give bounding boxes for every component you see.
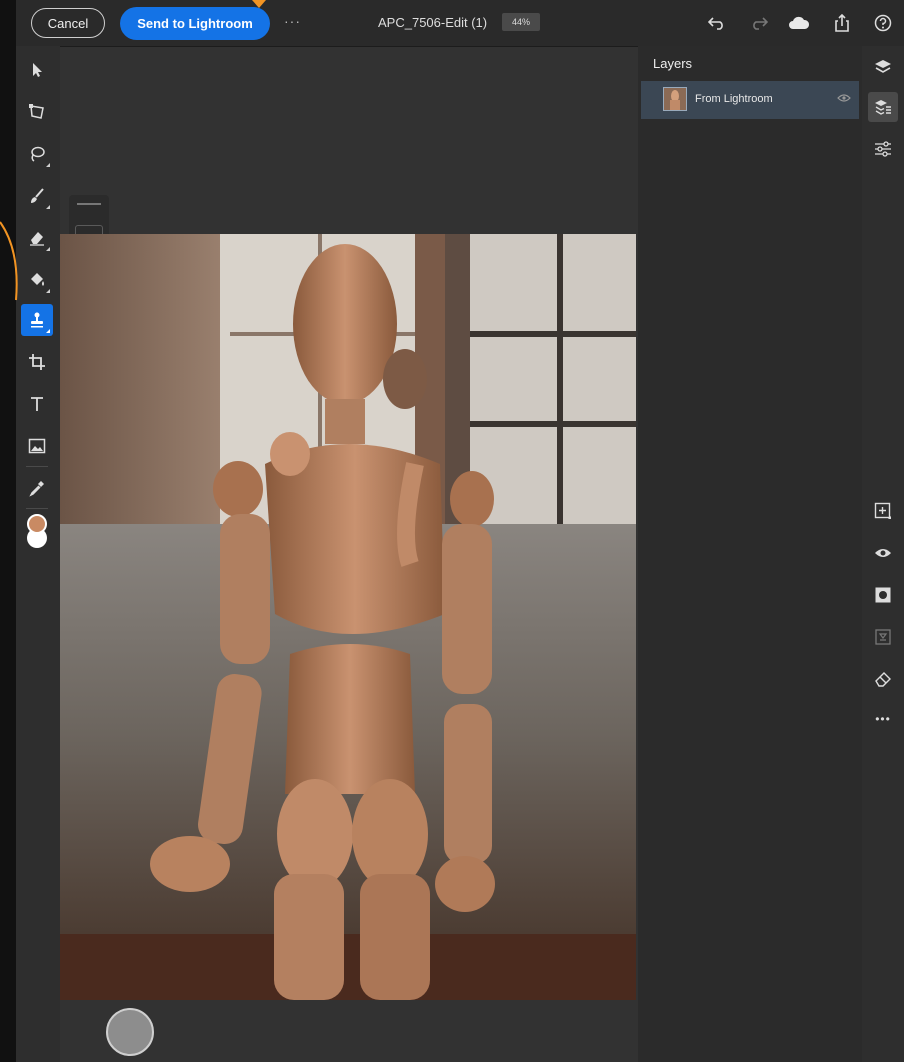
paint-bucket-icon[interactable]	[21, 264, 53, 296]
foreground-color-swatch[interactable]	[27, 514, 47, 534]
lasso-icon[interactable]	[21, 138, 53, 170]
clone-stamp-icon[interactable]	[21, 304, 53, 336]
brush-icon[interactable]	[21, 180, 53, 212]
mask-icon[interactable]	[868, 580, 898, 610]
annotation-arc	[0, 221, 18, 301]
canvas-image[interactable]	[60, 234, 636, 1000]
adjustments-icon[interactable]	[868, 134, 898, 164]
merge-icon[interactable]	[868, 622, 898, 652]
layer-properties-icon[interactable]	[868, 92, 898, 122]
brush-preview	[106, 1008, 154, 1056]
send-to-lightroom-button[interactable]: Send to Lightroom	[120, 7, 270, 40]
cancel-button[interactable]: Cancel	[31, 8, 105, 38]
zoom-level[interactable]: 44%	[502, 13, 540, 31]
photoshop-app: Cancel Send to Lightroom ··· APC_7506-Ed…	[16, 0, 904, 1062]
drag-handle[interactable]	[77, 203, 101, 205]
layers-panel-title: Layers	[653, 56, 693, 71]
annotation-arrow-tip	[252, 0, 266, 8]
layer-visibility-icon[interactable]	[837, 93, 851, 103]
top-bar: Cancel Send to Lightroom ··· APC_7506-Ed…	[16, 0, 904, 47]
right-rail: •••	[862, 46, 904, 1062]
undo-icon[interactable]	[706, 12, 728, 34]
toolbar-divider	[26, 508, 48, 509]
crop-icon[interactable]	[21, 346, 53, 378]
place-image-icon[interactable]	[21, 430, 53, 462]
layers-icon[interactable]	[868, 52, 898, 82]
more-options-button[interactable]: ···	[284, 13, 301, 29]
left-toolbar	[16, 46, 60, 1062]
eyedropper-icon[interactable]	[21, 472, 53, 504]
eraser-icon[interactable]	[21, 222, 53, 254]
cloud-icon[interactable]	[788, 12, 810, 34]
help-icon[interactable]	[872, 12, 894, 34]
visibility-icon[interactable]	[868, 538, 898, 568]
layer-row[interactable]: From Lightroom	[641, 81, 859, 119]
transform-icon[interactable]	[21, 96, 53, 128]
document-title: APC_7506-Edit (1)	[378, 15, 488, 30]
more-icon[interactable]: •••	[868, 704, 898, 734]
share-icon[interactable]	[831, 12, 853, 34]
type-icon[interactable]	[21, 388, 53, 420]
layer-name: From Lightroom	[695, 93, 773, 105]
toolbar-divider	[26, 466, 48, 467]
layer-thumbnail	[663, 87, 687, 111]
select-icon[interactable]	[21, 54, 53, 86]
eraser-layer-icon[interactable]	[868, 664, 898, 694]
add-layer-icon[interactable]	[868, 496, 898, 526]
redo-icon[interactable]	[748, 12, 770, 34]
layers-panel: Layers From Lightroom	[638, 46, 862, 1062]
